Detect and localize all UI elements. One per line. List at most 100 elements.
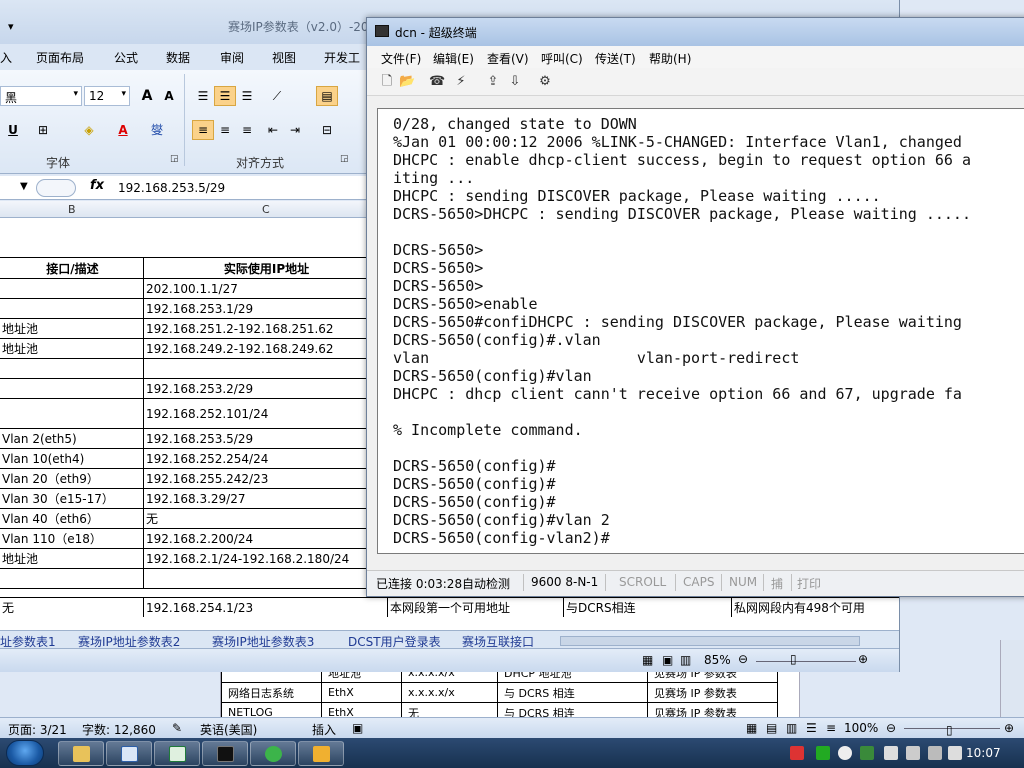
cell-c[interactable]: 192.168.2.200/24 [144,529,388,548]
send-icon[interactable]: ⇪ [485,74,501,89]
taskbar-explorer[interactable] [58,741,104,766]
tab-page-layout[interactable]: 页面布局 [36,49,84,66]
disconnect-icon[interactable]: ⚡ [453,74,469,89]
taskbar-excel[interactable] [154,741,200,766]
cell-c[interactable]: 192.168.255.242/23 [144,469,388,488]
cell-c[interactable] [144,359,388,378]
taskbar-clock[interactable]: 10:07 [966,746,1001,760]
shrink-font-button[interactable]: A [158,86,180,106]
word-table-cell[interactable]: 无 [401,702,498,717]
word-zoom-level[interactable]: 100% [844,721,878,735]
tab-view[interactable]: 视图 [272,49,296,66]
cell-b[interactable] [0,399,144,428]
receive-icon[interactable]: ⇩ [507,74,523,89]
align-top-icon[interactable]: ☰ [192,86,214,106]
merge-center-icon[interactable]: ⊟ [316,120,338,140]
terminal-screen[interactable]: 0/28, changed state to DOWN %Jan 01 00:00… [377,108,1024,554]
word-table-cell[interactable]: x.x.x.x/x [401,682,498,703]
menu-call[interactable]: 呼叫(C) [541,50,583,67]
chevron-down-icon[interactable]: ▾ [121,89,126,99]
cell-b[interactable] [0,218,144,257]
cell-c[interactable]: 192.168.253.1/29 [144,299,388,318]
cell-b[interactable]: Vlan 20（eth9） [0,469,144,488]
insert-function-button[interactable]: fx [90,178,104,193]
cell-c[interactable] [144,569,388,588]
word-table-cell[interactable]: EthX [321,702,402,717]
taskbar-hyperterminal[interactable] [202,741,248,766]
normal-view-icon[interactable]: ▦ [642,653,653,667]
cell-b[interactable]: Vlan 40（eth6） [0,509,144,528]
cell[interactable]: 私网网段内有498个可用 [732,597,899,617]
word-table-cell[interactable]: 与 DCRS 相连 [497,702,648,717]
cell-c[interactable]: 无 [144,509,388,528]
tab-data[interactable]: 数据 [166,49,190,66]
align-left-icon[interactable]: ≡ [192,120,214,140]
word-word-count[interactable]: 字数: 12,860 [82,721,156,738]
cell-c[interactable]: 192.168.253.5/29 [144,429,388,448]
font-name-box[interactable]: 黑 ▾ [0,86,82,106]
text-orientation-icon[interactable]: ⟋ [266,86,288,106]
font-dialog-launcher-icon[interactable]: ◲ [170,154,179,164]
borders-icon[interactable]: ⊞ [32,120,54,140]
zoom-slider-thumb[interactable]: ▯ [946,723,953,737]
page-break-view-icon[interactable]: ▥ [680,653,691,667]
chevron-down-icon[interactable]: ▾ [73,89,78,99]
tab-review[interactable]: 审阅 [220,49,244,66]
open-icon[interactable]: 📂 [399,74,415,89]
cell-c[interactable]: 202.100.1.1/27 [144,279,388,298]
tab-insert[interactable]: 入 [0,49,12,66]
new-connection-icon[interactable]: 🗋 [379,74,395,89]
macro-record-icon[interactable]: ▣ [352,721,363,735]
print-layout-view-icon[interactable]: ▦ [746,721,757,735]
menu-file[interactable]: 文件(F) [381,50,421,67]
cell-b[interactable]: Vlan 30（e15-17） [0,489,144,508]
column-header-b[interactable]: B [68,203,76,216]
font-color-button[interactable]: A [112,120,134,140]
excel-zoom-level[interactable]: 85% [704,653,731,667]
menu-transfer[interactable]: 传送(T) [595,50,636,67]
tray-icon[interactable] [884,746,898,760]
formula-expand-control[interactable] [36,179,76,197]
tray-icon[interactable] [816,746,830,760]
tray-icon[interactable] [860,746,874,760]
word-insert-mode[interactable]: 插入 [312,721,336,738]
word-table-cell[interactable]: NETLOG [221,702,322,717]
cell-b[interactable]: 地址池 [0,319,144,338]
cell-c[interactable] [144,218,388,257]
start-button[interactable] [6,740,44,766]
zoom-slider-thumb[interactable]: ▯ [790,652,797,666]
word-table-cell[interactable]: 网络日志系统 [221,682,322,703]
zoom-out-icon[interactable]: ⊖ [886,721,896,735]
underline-button[interactable]: U [2,120,24,140]
tab-developer[interactable]: 开发工 [324,49,360,66]
cell[interactable]: 本网段第一个可用地址 [388,597,564,617]
taskbar-browser[interactable] [250,741,296,766]
column-header-c[interactable]: C [262,203,270,216]
word-table-cell[interactable]: 与 DCRS 相连 [497,682,648,703]
word-table-cell[interactable]: EthX [321,682,402,703]
word-language[interactable]: 英语(美国) [200,721,257,738]
fill-color-icon[interactable]: ◈ [78,120,100,140]
increase-indent-icon[interactable]: ⇥ [284,120,306,140]
word-table-cell[interactable]: 见赛场 IP 参数表 [647,702,778,717]
word-vertical-scrollbar[interactable] [1000,640,1024,718]
cell[interactable]: 与DCRS相连 [564,597,732,617]
tray-icon[interactable] [790,746,804,760]
cell-c[interactable]: 192.168.251.2-192.168.251.62 [144,319,388,338]
cell-c[interactable]: 192.168.3.29/27 [144,489,388,508]
menu-help[interactable]: 帮助(H) [649,50,691,67]
tab-formulas[interactable]: 公式 [114,49,138,66]
call-icon[interactable]: ☎ [429,74,445,89]
taskbar-app[interactable] [298,741,344,766]
alignment-dialog-launcher-icon[interactable]: ◲ [340,154,349,164]
zoom-out-icon[interactable]: ⊖ [738,652,748,666]
align-right-icon[interactable]: ≡ [236,120,258,140]
horizontal-scrollbar[interactable] [560,636,860,646]
cell-c[interactable]: 192.168.252.254/24 [144,449,388,468]
cell-c[interactable]: 192.168.2.1/24-192.168.2.180/24 [144,549,388,568]
taskbar-word[interactable] [106,741,152,766]
cell-c[interactable]: 192.168.253.2/29 [144,379,388,398]
terminal-title-bar[interactable]: dcn - 超级终端 [367,18,1024,46]
formula-input[interactable]: 192.168.253.5/29 [118,181,225,195]
shield-icon[interactable] [838,746,852,760]
